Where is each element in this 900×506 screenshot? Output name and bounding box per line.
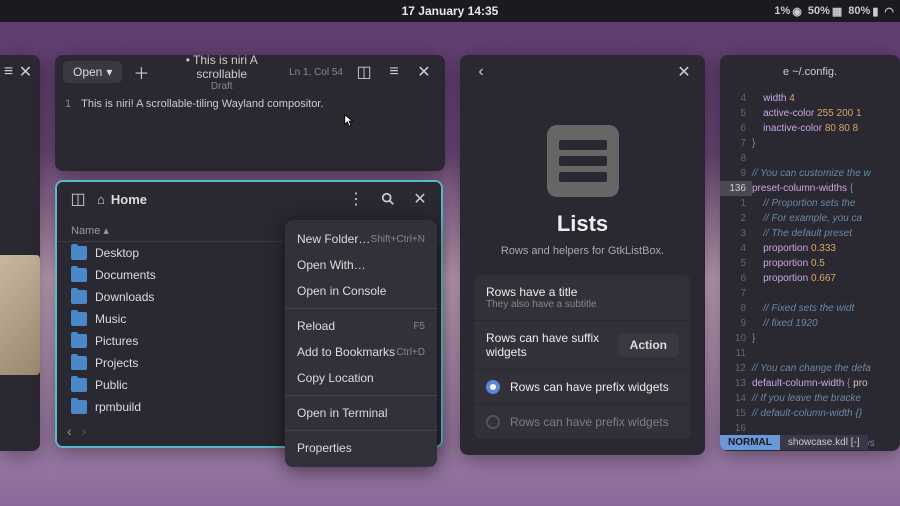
code-line: 5 active-color 255 200 1: [720, 106, 900, 121]
list-icon: [547, 125, 619, 197]
menu-separator: [285, 430, 437, 431]
text-editor-window: Open ▾ ＋ • This is niri A scrollable Dra…: [55, 55, 445, 171]
code-line: 4 proportion 0.333: [720, 241, 900, 256]
cursor-position: Ln 1, Col 54: [289, 67, 343, 78]
image-thumbnail: [0, 255, 40, 375]
code-line: 9// You can customize the w: [720, 166, 900, 181]
code-line: 4 width 4: [720, 91, 900, 106]
forward-button[interactable]: ›: [82, 423, 87, 439]
folder-name: Desktop: [95, 246, 139, 260]
hamburger-icon[interactable]: ≡: [0, 59, 17, 85]
folder-name: Projects: [95, 356, 138, 370]
folder-icon: [71, 268, 87, 282]
code-line: 6 inactive-color 80 80 8: [720, 121, 900, 136]
partial-window-left: ≡ ✕: [0, 55, 40, 451]
page-title: Lists: [474, 211, 691, 237]
code-line: 7}: [720, 136, 900, 151]
search-icon[interactable]: [375, 186, 401, 212]
folder-icon: [71, 312, 87, 326]
back-button[interactable]: ‹: [468, 59, 494, 85]
radio-selected-icon[interactable]: [486, 380, 500, 394]
code-body[interactable]: 4 width 45 active-color 255 200 16 inact…: [720, 89, 900, 451]
code-line: 8: [720, 151, 900, 166]
code-line: 15// default-column-width {}: [720, 406, 900, 421]
hamburger-icon[interactable]: ≡: [381, 59, 407, 85]
location-home[interactable]: ⌂ Home: [97, 192, 147, 207]
filename-badge: showcase.kdl [-]: [780, 435, 868, 450]
close-icon[interactable]: ✕: [17, 59, 34, 85]
folder-icon: [71, 356, 87, 370]
code-line: 3 // The default preset: [720, 226, 900, 241]
folder-icon: [71, 400, 87, 414]
folder-name: Music: [95, 312, 126, 326]
document-title: • This is niri A scrollable Draft: [160, 55, 283, 92]
vim-mode-badge: NORMAL: [720, 435, 780, 450]
sidebar-toggle-icon[interactable]: ◫: [65, 186, 91, 212]
menu-item[interactable]: Open in Terminal: [285, 400, 437, 426]
list-row[interactable]: Rows can have prefix widgets: [474, 370, 691, 405]
menu-separator: [285, 308, 437, 309]
kebab-menu-icon[interactable]: ⋮: [343, 186, 369, 212]
sort-asc-icon: ▴: [103, 225, 109, 237]
wifi-icon[interactable]: ◠: [884, 5, 894, 18]
folder-icon: [71, 246, 87, 260]
action-button[interactable]: Action: [618, 333, 679, 357]
context-menu: New Folder…Shift+Ctrl+NOpen With…Open in…: [285, 220, 437, 467]
top-bar: 17 January 14:35 1% ◉ 50% ▦ 80% ▮ ◠: [0, 0, 900, 22]
clock: 17 January 14:35: [402, 4, 499, 18]
system-tray: 1% ◉ 50% ▦ 80% ▮ ◠: [774, 0, 894, 22]
new-tab-button[interactable]: ＋: [128, 59, 154, 85]
close-icon[interactable]: ✕: [671, 59, 697, 85]
folder-name: Public: [95, 378, 128, 392]
file-path: e ~/.config.: [783, 66, 837, 78]
menu-item[interactable]: New Folder…Shift+Ctrl+N: [285, 226, 437, 252]
code-line: 10}: [720, 331, 900, 346]
code-line: 14// If you leave the bracke: [720, 391, 900, 406]
cpu-indicator[interactable]: 1% ◉: [774, 5, 802, 18]
lists-demo-window: ‹ ✕ Lists Rows and helpers for GtkListBo…: [460, 55, 705, 455]
editor-body[interactable]: 1This is niri! A scrollable-tiling Wayla…: [55, 89, 445, 118]
home-icon: ⌂: [97, 192, 105, 207]
menu-separator: [285, 395, 437, 396]
menu-item[interactable]: Copy Location: [285, 365, 437, 391]
code-line: 2 // For example, you ca: [720, 211, 900, 226]
page-subtitle: Rows and helpers for GtkListBox.: [474, 245, 691, 257]
list-row[interactable]: Rows can have suffix widgets Action: [474, 321, 691, 370]
close-icon[interactable]: ✕: [411, 59, 437, 85]
folder-name: Pictures: [95, 334, 138, 348]
code-line: 1 // Proportion sets the: [720, 196, 900, 211]
list-row[interactable]: Rows have a titleThey also have a subtit…: [474, 275, 691, 321]
code-line: 7: [720, 286, 900, 301]
sidebar-toggle-icon[interactable]: ◫: [351, 59, 377, 85]
folder-icon: [71, 378, 87, 392]
code-line: 12// You can change the defa: [720, 361, 900, 376]
open-button[interactable]: Open ▾: [63, 61, 122, 83]
back-button[interactable]: ‹: [67, 423, 72, 439]
code-line: 9 // fixed 1920: [720, 316, 900, 331]
mem-indicator[interactable]: 50% ▦: [808, 5, 842, 18]
folder-name: rpmbuild: [95, 400, 141, 414]
menu-item[interactable]: ReloadF5: [285, 313, 437, 339]
close-icon[interactable]: ✕: [407, 186, 433, 212]
battery-indicator[interactable]: 80% ▮: [848, 5, 878, 18]
menu-item[interactable]: Add to BookmarksCtrl+D: [285, 339, 437, 365]
code-line: 11: [720, 346, 900, 361]
code-editor-window: e ~/.config. 4 width 45 active-color 255…: [720, 55, 900, 451]
folder-icon: [71, 334, 87, 348]
code-line: 5 proportion 0.5: [720, 256, 900, 271]
menu-item[interactable]: Properties: [285, 435, 437, 461]
radio-icon[interactable]: [486, 415, 500, 429]
code-line: 13default-column-width { pro: [720, 376, 900, 391]
chevron-down-icon: ▾: [106, 65, 112, 79]
code-line: 6 proportion 0.667: [720, 271, 900, 286]
mouse-cursor-icon: [343, 114, 357, 128]
folder-name: Downloads: [95, 290, 154, 304]
folder-icon: [71, 290, 87, 304]
code-line: 136preset-column-widths {: [720, 181, 900, 196]
list-row[interactable]: Rows can have prefix widgets: [474, 405, 691, 439]
menu-item[interactable]: Open With…: [285, 252, 437, 278]
folder-name: Documents: [95, 268, 156, 282]
menu-item[interactable]: Open in Console: [285, 278, 437, 304]
code-line: 8 // Fixed sets the widt: [720, 301, 900, 316]
